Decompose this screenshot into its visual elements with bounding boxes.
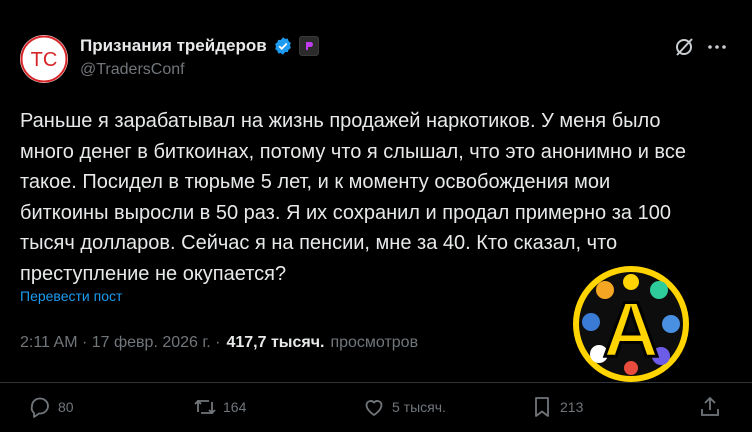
- display-name-row[interactable]: Признания трейдеров: [80, 36, 319, 56]
- translate-link[interactable]: Перевести пост: [20, 288, 122, 304]
- handle[interactable]: @TradersConf: [80, 61, 185, 79]
- app-badge-icon: [298, 36, 319, 56]
- tweet-time[interactable]: 2:11 AM: [20, 334, 78, 352]
- views-count: 417,7 тысяч.: [226, 334, 325, 351]
- display-name[interactable]: Признания трейдеров: [80, 36, 267, 56]
- share-icon: [701, 396, 719, 416]
- repost-button[interactable]: 164: [193, 394, 246, 420]
- divider: [0, 382, 752, 383]
- reply-count: 80: [58, 399, 74, 415]
- verified-badge-icon: [274, 37, 291, 55]
- repost-count: 164: [223, 399, 247, 415]
- tweet-text: Раньше я зарабатывал на жизнь продажей н…: [20, 110, 686, 285]
- tweet-meta: 2:11 AM · 17 февр. 2026 г. · 417,7 тысяч…: [20, 334, 418, 352]
- promo-sticker: A: [573, 266, 689, 382]
- grok-icon[interactable]: [673, 36, 695, 58]
- tweet-date[interactable]: 17 февр. 2026 г.: [92, 334, 211, 352]
- bookmark-button[interactable]: 213: [530, 394, 583, 420]
- meta-separator: ·: [77, 334, 92, 351]
- like-button[interactable]: 5 тысяч.: [362, 394, 446, 420]
- avatar-logo: TC: [20, 35, 68, 83]
- repost-icon: [194, 399, 216, 415]
- meta-separator: ·: [210, 334, 221, 351]
- bookmark-icon: [535, 397, 549, 417]
- promo-letter: A: [603, 285, 659, 373]
- heart-icon: [365, 400, 383, 416]
- share-button[interactable]: [698, 394, 722, 420]
- views-label: просмотров: [330, 334, 419, 351]
- more-icon[interactable]: [706, 36, 728, 58]
- bookmark-count: 213: [560, 399, 584, 415]
- svg-text:TC: TC: [31, 49, 58, 71]
- coin-icon: [582, 313, 600, 331]
- reply-icon: [30, 397, 49, 418]
- avatar[interactable]: TC: [20, 35, 68, 83]
- coin-icon: [662, 315, 680, 333]
- like-count: 5 тысяч.: [392, 399, 446, 415]
- reply-button[interactable]: 80: [28, 394, 74, 420]
